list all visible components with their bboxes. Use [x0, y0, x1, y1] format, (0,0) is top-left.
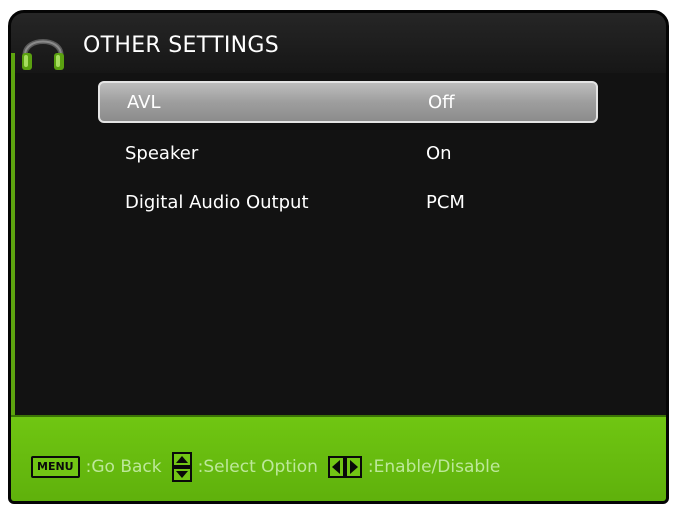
- green-edge-accent: [11, 53, 15, 433]
- select-option-hint: :Select Option: [197, 457, 318, 477]
- headphones-icon: [22, 39, 64, 70]
- footer-hint-bar: MENU :Go Back :Select Option :Enable/Dis…: [11, 415, 666, 501]
- go-back-hint: :Go Back: [85, 457, 162, 477]
- menu-item-avl[interactable]: AVL Off: [98, 81, 598, 123]
- menu-item-value: PCM: [426, 192, 465, 213]
- menu-item-value: Off: [428, 92, 455, 113]
- key-hints: MENU :Go Back :Select Option :Enable/Dis…: [31, 452, 506, 482]
- left-right-arrows-icon: [327, 456, 362, 478]
- menu-item-label: Digital Audio Output: [125, 192, 309, 213]
- enable-disable-hint: :Enable/Disable: [367, 457, 501, 477]
- up-down-arrows-icon: [171, 452, 192, 482]
- menu-item-label: Speaker: [125, 143, 199, 164]
- menu-item-digital-audio-output[interactable]: Digital Audio Output PCM: [98, 183, 598, 225]
- menu-item-label: AVL: [127, 92, 161, 113]
- page-title: OTHER SETTINGS: [83, 33, 279, 58]
- menu-key-icon: MENU: [31, 456, 80, 478]
- menu-item-value: On: [426, 143, 452, 164]
- menu-item-speaker[interactable]: Speaker On: [98, 134, 598, 176]
- other-settings-panel: OTHER SETTINGS AVL Off Speaker On Digita…: [8, 10, 669, 504]
